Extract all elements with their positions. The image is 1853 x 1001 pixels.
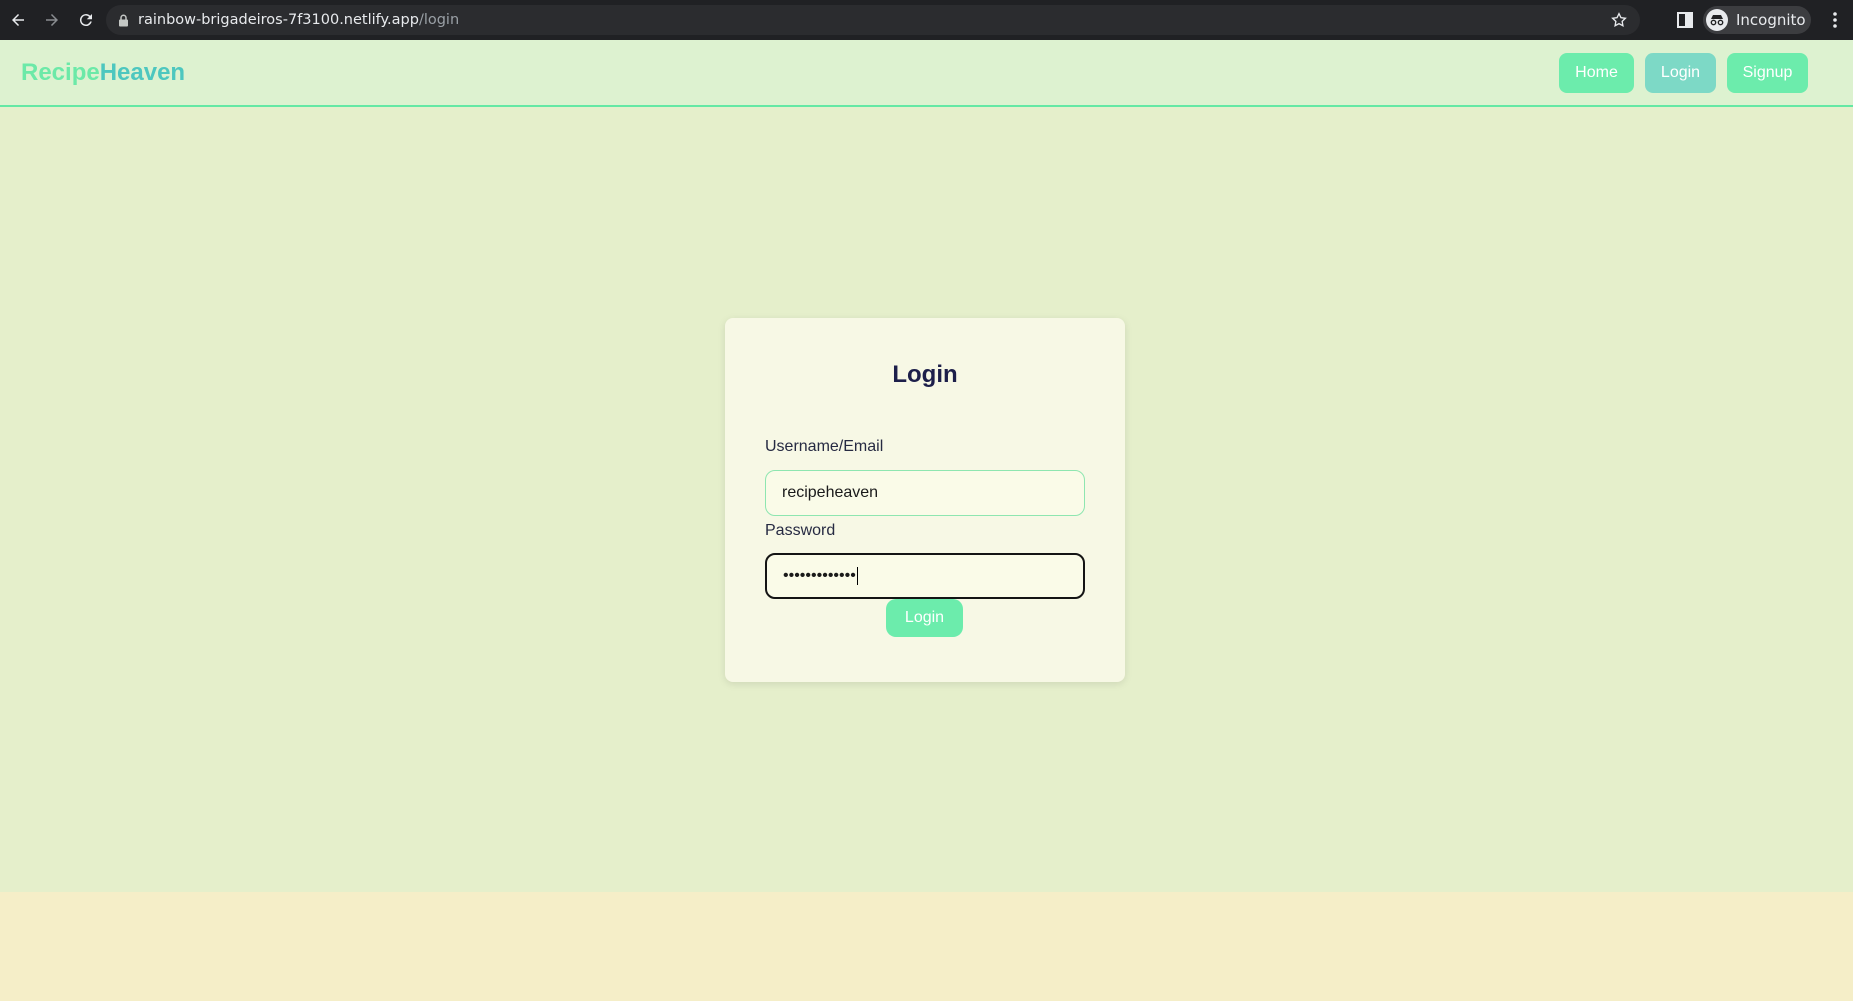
password-value: •••••••••••••: [783, 567, 856, 584]
back-button[interactable]: [2, 4, 34, 36]
forward-button[interactable]: [36, 4, 68, 36]
login-card: Login Username/Email recipeheaven Passwo…: [725, 318, 1125, 682]
username-input[interactable]: recipeheaven: [765, 470, 1085, 516]
incognito-badge[interactable]: Incognito: [1703, 6, 1811, 34]
side-panel-icon[interactable]: [1676, 11, 1694, 29]
brand-part2: Heaven: [99, 59, 186, 86]
url-host: rainbow-brigadeiros-7f3100.netlify.app: [138, 12, 419, 28]
brand-logo[interactable]: RecipeHeaven: [21, 59, 185, 87]
brand-part1: Recipe: [21, 59, 100, 86]
site-navbar: RecipeHeaven Home Login Signup: [0, 40, 1853, 107]
nav-home-button[interactable]: Home: [1559, 53, 1634, 93]
password-input[interactable]: •••••••••••••: [765, 553, 1085, 599]
bookmark-star-icon[interactable]: [1610, 11, 1628, 29]
login-title: Login: [892, 361, 958, 388]
login-submit-button[interactable]: Login: [886, 599, 963, 637]
arrow-left-icon: [12, 14, 24, 26]
reload-button[interactable]: [70, 4, 102, 36]
incognito-label: Incognito: [1736, 11, 1806, 29]
main-content: Login Username/Email recipeheaven Passwo…: [0, 107, 1853, 892]
text-caret: [856, 567, 858, 585]
password-label: Password: [765, 522, 836, 539]
username-value: recipeheaven: [782, 484, 879, 501]
username-label: Username/Email: [765, 438, 884, 455]
browser-toolbar: rainbow-brigadeiros-7f3100.netlify.app/l…: [0, 0, 1853, 40]
url-path: /login: [418, 12, 460, 28]
page-footer-area: [0, 892, 1853, 1001]
more-vert-icon[interactable]: [1825, 10, 1845, 30]
reload-icon: [79, 14, 92, 27]
incognito-icon: [1706, 9, 1728, 31]
nav-login-button[interactable]: Login: [1645, 53, 1716, 93]
nav-signup-button[interactable]: Signup: [1727, 53, 1808, 93]
arrow-right-icon: [46, 14, 58, 26]
lock-icon: [116, 13, 130, 27]
address-bar[interactable]: rainbow-brigadeiros-7f3100.netlify.app/l…: [106, 5, 1640, 35]
nav-links: Home Login Signup: [1559, 53, 1808, 93]
